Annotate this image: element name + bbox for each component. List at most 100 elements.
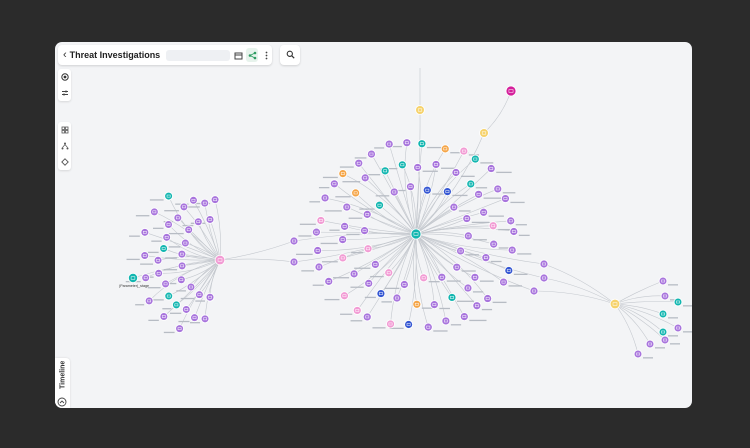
node-purple[interactable] xyxy=(370,259,380,269)
node-purple[interactable] xyxy=(190,313,199,323)
node-purple[interactable] xyxy=(660,335,670,345)
back-chevron-icon[interactable]: ‹ xyxy=(63,45,67,65)
node-purple[interactable] xyxy=(340,221,350,231)
hub-center-teal[interactable] xyxy=(410,228,422,240)
node-pink[interactable] xyxy=(419,273,429,283)
node-purple[interactable] xyxy=(177,249,187,259)
node-purple[interactable] xyxy=(507,245,517,255)
node-pink[interactable] xyxy=(384,268,394,278)
node-purple[interactable] xyxy=(189,195,198,205)
node-purple[interactable] xyxy=(149,207,159,217)
node-blue[interactable] xyxy=(404,320,414,330)
title-input[interactable] xyxy=(166,49,231,61)
node-teal[interactable] xyxy=(375,200,385,210)
investigation-graph-canvas[interactable]: (Parameter)_stage xyxy=(55,42,692,408)
node-purple[interactable] xyxy=(658,276,668,286)
node-purple[interactable] xyxy=(389,187,399,197)
node-purple[interactable] xyxy=(153,255,163,265)
node-purple[interactable] xyxy=(200,314,210,324)
node-blue[interactable] xyxy=(504,266,514,276)
node-purple[interactable] xyxy=(499,277,509,287)
timeline-panel-toggle[interactable]: Timeline xyxy=(55,358,70,408)
node-teal[interactable] xyxy=(164,191,174,201)
node-purple[interactable] xyxy=(483,294,493,304)
node-purple[interactable] xyxy=(329,179,339,189)
node-purple[interactable] xyxy=(181,305,191,314)
node-purple[interactable] xyxy=(452,262,462,272)
node-teal[interactable] xyxy=(164,291,174,301)
node-purple[interactable] xyxy=(384,139,394,149)
node-purple[interactable] xyxy=(506,216,516,226)
node-purple[interactable] xyxy=(289,257,299,267)
node-purple[interactable] xyxy=(186,282,196,292)
node-pink[interactable] xyxy=(386,319,396,329)
node-purple[interactable] xyxy=(324,276,334,286)
node-purple[interactable] xyxy=(479,207,489,217)
node-purple[interactable] xyxy=(539,273,549,283)
node-teal[interactable] xyxy=(127,272,139,284)
node-teal[interactable] xyxy=(159,244,169,253)
node-purple[interactable] xyxy=(486,164,496,174)
node-purple[interactable] xyxy=(342,202,352,212)
node-purple[interactable] xyxy=(210,195,220,205)
node-pink[interactable] xyxy=(339,291,349,301)
node-teal[interactable] xyxy=(397,160,407,170)
node-purple[interactable] xyxy=(463,283,473,293)
node-purple[interactable] xyxy=(470,272,480,282)
node-purple[interactable] xyxy=(459,312,469,322)
node-purple[interactable] xyxy=(140,227,150,237)
node-purple[interactable] xyxy=(179,202,189,212)
node-purple[interactable] xyxy=(489,239,499,249)
node-teal[interactable] xyxy=(470,154,480,164)
node-yellow[interactable] xyxy=(415,105,425,115)
node-teal[interactable] xyxy=(673,297,683,307)
node-purple[interactable] xyxy=(474,189,484,199)
node-purple[interactable] xyxy=(314,262,324,272)
node-orange[interactable] xyxy=(338,169,348,179)
node-purple[interactable] xyxy=(449,202,459,212)
node-purple[interactable] xyxy=(660,291,670,301)
node-purple[interactable] xyxy=(195,290,204,300)
node-yellow[interactable] xyxy=(479,128,489,138)
node-purple[interactable] xyxy=(362,312,372,322)
node-purple[interactable] xyxy=(176,275,186,285)
node-purple[interactable] xyxy=(481,253,491,263)
diamond-icon[interactable] xyxy=(58,154,71,170)
node-purple[interactable] xyxy=(509,227,519,237)
node-purple[interactable] xyxy=(193,217,203,227)
node-pink[interactable] xyxy=(488,221,498,231)
node-purple[interactable] xyxy=(313,246,323,256)
share-icon[interactable] xyxy=(246,48,259,62)
node-purple[interactable] xyxy=(161,279,170,289)
node-teal[interactable] xyxy=(466,179,476,189)
more-vert-icon[interactable] xyxy=(260,48,272,62)
expand-up-icon[interactable] xyxy=(57,394,67,407)
node-purple[interactable] xyxy=(164,220,173,229)
node-purple[interactable] xyxy=(472,301,482,311)
node-purple[interactable] xyxy=(431,159,441,169)
node-purple[interactable] xyxy=(354,158,364,168)
node-blue[interactable] xyxy=(422,185,432,195)
node-purple[interactable] xyxy=(493,184,503,194)
node-purple[interactable] xyxy=(463,231,473,241)
node-purple[interactable] xyxy=(175,324,184,333)
node-pink[interactable] xyxy=(363,244,373,254)
node-purple[interactable] xyxy=(205,292,215,302)
filter-sliders-icon[interactable] xyxy=(58,85,71,101)
node-purple[interactable] xyxy=(402,138,412,148)
hub-right-yellow[interactable] xyxy=(609,298,621,310)
node-purple[interactable] xyxy=(200,198,210,208)
node-pink[interactable] xyxy=(352,305,362,315)
node-purple[interactable] xyxy=(144,296,154,306)
node-purple[interactable] xyxy=(441,316,451,326)
node-teal[interactable] xyxy=(447,292,457,302)
node-orange[interactable] xyxy=(440,144,450,154)
node-purple[interactable] xyxy=(180,238,190,248)
node-purple[interactable] xyxy=(529,286,539,296)
node-pink[interactable] xyxy=(316,215,326,225)
grid-icon[interactable] xyxy=(58,122,71,138)
node-purple[interactable] xyxy=(362,209,372,219)
node-purple[interactable] xyxy=(338,235,348,245)
node-purple[interactable] xyxy=(177,261,187,271)
node-purple[interactable] xyxy=(399,280,409,290)
